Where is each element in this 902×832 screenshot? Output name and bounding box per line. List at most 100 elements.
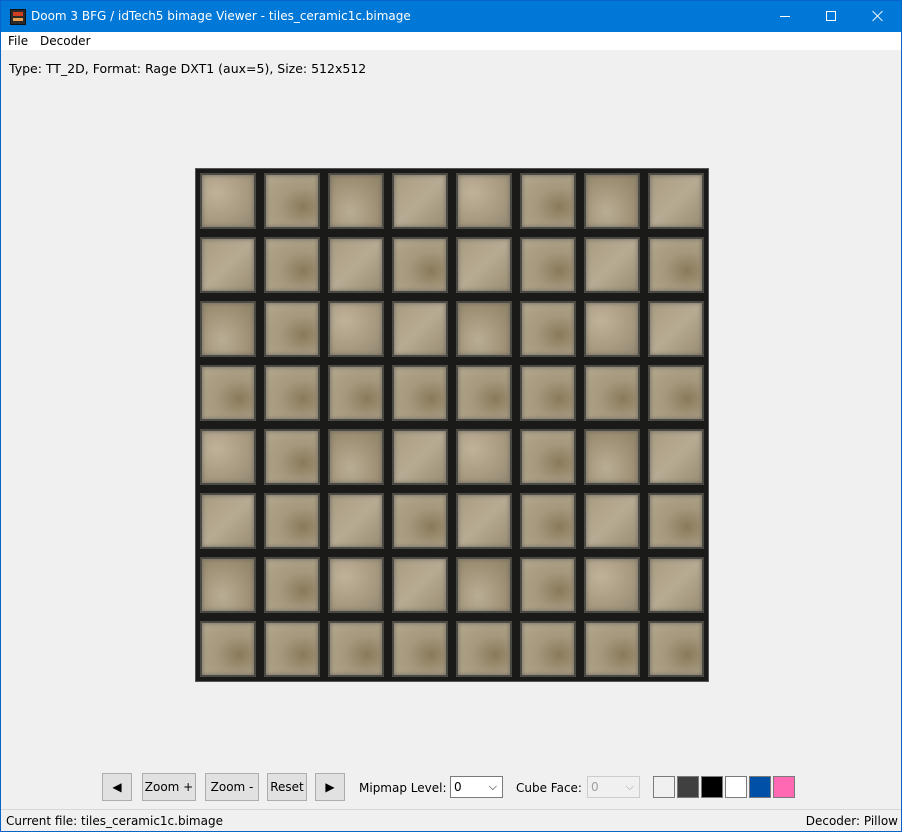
texture-tile [392, 621, 448, 677]
toolbar: ◀ Zoom + Zoom - Reset ▶ Mipmap Level: 0 … [1, 771, 901, 805]
texture-tile [328, 173, 384, 229]
texture-tile [456, 173, 512, 229]
maximize-icon [826, 11, 836, 21]
texture-tile [648, 365, 704, 421]
texture-tile [392, 557, 448, 613]
mipmap-level-select[interactable]: 0 ⌵ [450, 776, 503, 798]
texture-tile [328, 365, 384, 421]
texture-tile [456, 429, 512, 485]
texture-tile [584, 301, 640, 357]
texture-tile [520, 365, 576, 421]
texture-tile [264, 237, 320, 293]
texture-tile [520, 557, 576, 613]
next-button[interactable]: ▶ [315, 773, 345, 801]
texture-tile [200, 301, 256, 357]
texture-tile [648, 301, 704, 357]
zoom-out-button[interactable]: Zoom - [205, 773, 259, 801]
texture-tile [456, 301, 512, 357]
texture-tile [520, 493, 576, 549]
texture-tile [328, 493, 384, 549]
texture-tile [648, 237, 704, 293]
texture-tile [584, 429, 640, 485]
texture-tile [264, 365, 320, 421]
texture-tile [264, 493, 320, 549]
close-button[interactable] [854, 1, 900, 32]
texture-tile [328, 301, 384, 357]
texture-tile [392, 493, 448, 549]
menu-bar: File Decoder [1, 32, 901, 50]
texture-tile [456, 237, 512, 293]
texture-tile [520, 237, 576, 293]
zoom-in-button[interactable]: Zoom + [142, 773, 196, 801]
texture-tile [328, 429, 384, 485]
texture-tile [584, 493, 640, 549]
status-bar: Current file: tiles_ceramic1c.bimage Dec… [1, 809, 901, 831]
texture-tile [456, 621, 512, 677]
minimize-icon [780, 16, 790, 17]
texture-tile [648, 557, 704, 613]
texture-tile [584, 365, 640, 421]
texture-tile [648, 621, 704, 677]
minimize-button[interactable] [762, 1, 808, 32]
texture-tile [200, 493, 256, 549]
texture-tile [520, 173, 576, 229]
texture-tile [520, 429, 576, 485]
texture-tile [200, 365, 256, 421]
texture-tile [392, 237, 448, 293]
texture-tile [392, 301, 448, 357]
menu-decoder[interactable]: Decoder [40, 34, 91, 48]
texture-preview[interactable] [195, 168, 709, 682]
background-swatch-light-gray[interactable] [653, 776, 675, 798]
background-swatch-dark-gray[interactable] [677, 776, 699, 798]
texture-tile [200, 237, 256, 293]
texture-tile [264, 173, 320, 229]
texture-tile [392, 429, 448, 485]
image-info-label: Type: TT_2D, Format: Rage DXT1 (aux=5), … [9, 61, 367, 76]
decoder-status: Decoder: Pillow [805, 814, 898, 828]
texture-tile [648, 493, 704, 549]
texture-tile [584, 621, 640, 677]
texture-tile [648, 429, 704, 485]
texture-tile [520, 621, 576, 677]
texture-tile [328, 621, 384, 677]
maximize-button[interactable] [808, 1, 854, 32]
texture-tile [456, 365, 512, 421]
window-title: Doom 3 BFG / idTech5 bimage Viewer - til… [31, 9, 411, 23]
current-file-status: Current file: tiles_ceramic1c.bimage [6, 814, 223, 828]
app-window: Doom 3 BFG / idTech5 bimage Viewer - til… [0, 0, 902, 832]
background-swatch-pink[interactable] [773, 776, 795, 798]
texture-tile [328, 237, 384, 293]
texture-tile [200, 557, 256, 613]
texture-tile [328, 557, 384, 613]
texture-tile [200, 429, 256, 485]
mipmap-level-value: 0 [454, 780, 462, 794]
reset-button[interactable]: Reset [267, 773, 307, 801]
menu-file[interactable]: File [8, 34, 28, 48]
texture-tile [200, 621, 256, 677]
title-bar[interactable]: Doom 3 BFG / idTech5 bimage Viewer - til… [1, 1, 901, 32]
background-swatch-blue[interactable] [749, 776, 771, 798]
doom-app-icon [10, 9, 26, 25]
mipmap-level-label: Mipmap Level: [359, 781, 447, 795]
texture-tile [520, 301, 576, 357]
texture-tile [584, 557, 640, 613]
chevron-down-icon: ⌵ [488, 780, 497, 793]
previous-button[interactable]: ◀ [102, 773, 132, 801]
texture-tile [392, 173, 448, 229]
texture-tile [648, 173, 704, 229]
texture-tile [392, 365, 448, 421]
texture-tile [264, 557, 320, 613]
cube-face-label: Cube Face: [516, 781, 582, 795]
texture-tile [264, 429, 320, 485]
background-swatch-white[interactable] [725, 776, 747, 798]
texture-tile [200, 173, 256, 229]
texture-tile [584, 237, 640, 293]
background-swatch-black[interactable] [701, 776, 723, 798]
texture-tile [584, 173, 640, 229]
texture-tile [264, 301, 320, 357]
texture-tile [456, 557, 512, 613]
cube-face-value: 0 [591, 780, 599, 794]
cube-face-select[interactable]: 0 ⌵ [587, 776, 640, 798]
texture-tile [456, 493, 512, 549]
chevron-down-icon: ⌵ [625, 780, 634, 793]
